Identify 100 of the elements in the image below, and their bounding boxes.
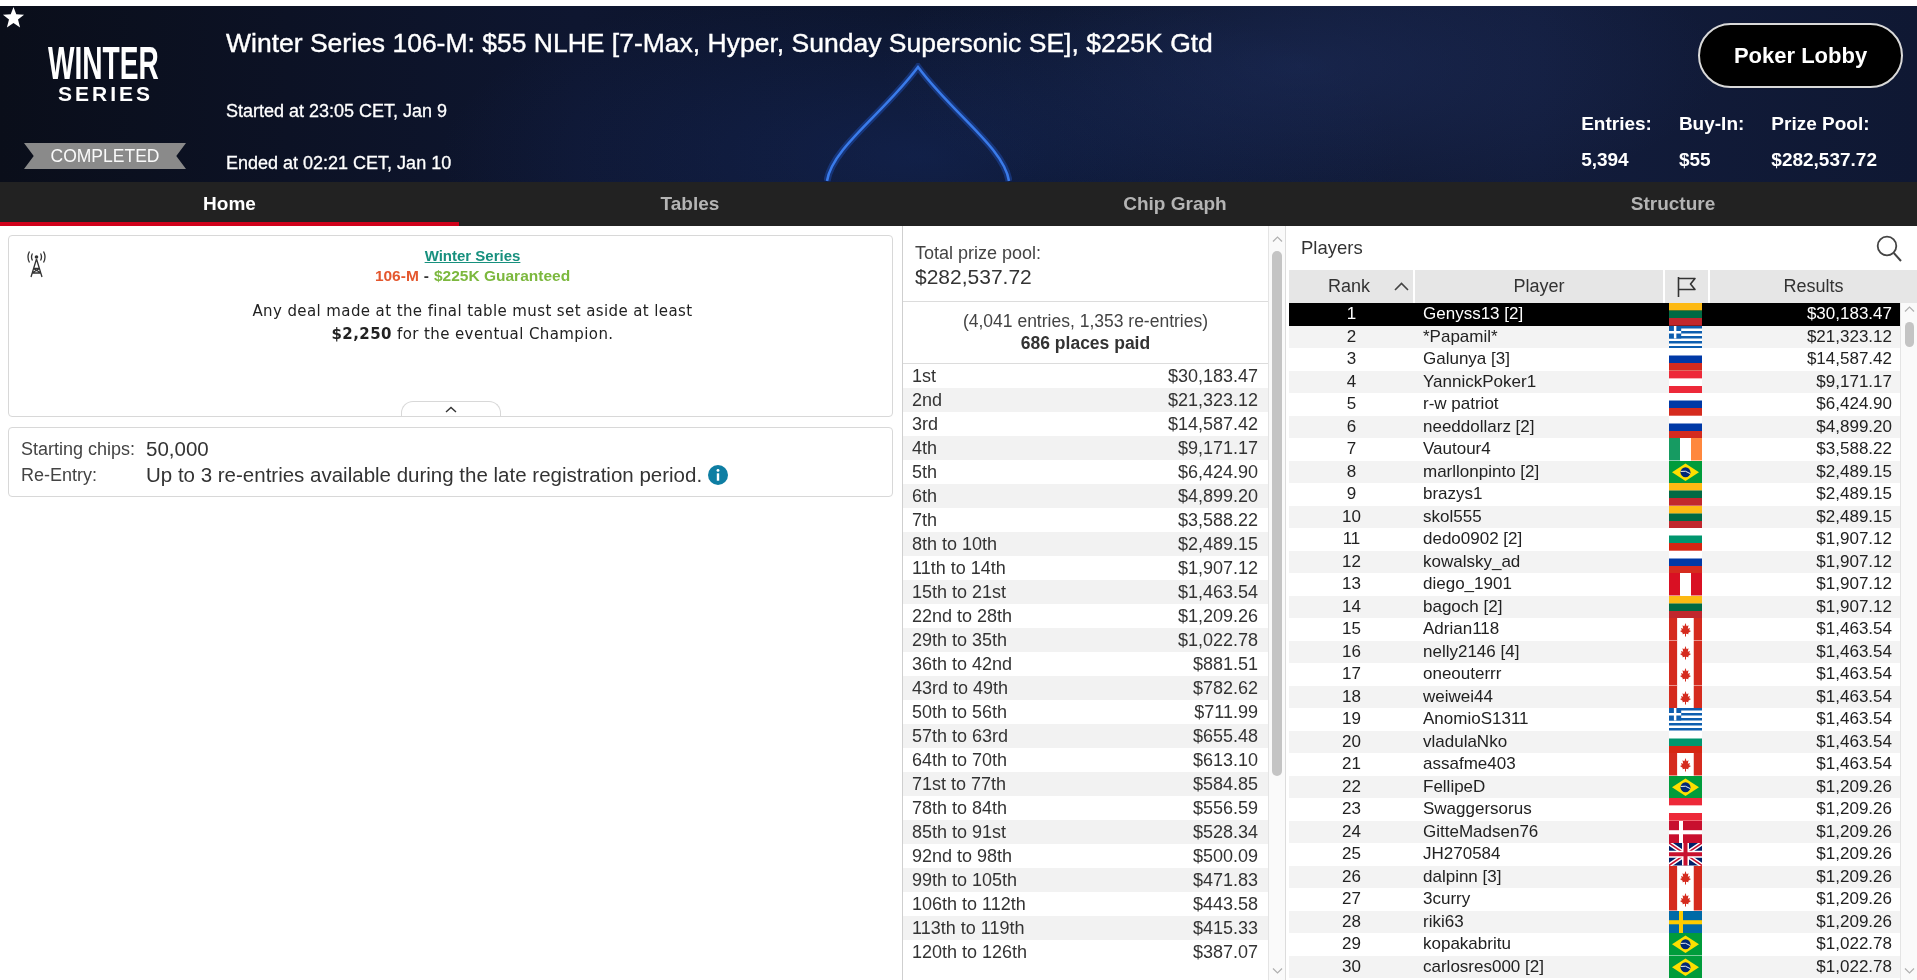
player-row[interactable]: 20 vladulaNko $1,463.54 [1289, 730, 1900, 753]
scrollbar-thumb[interactable] [1272, 251, 1282, 776]
place-text: 78th to 84th [912, 797, 1008, 819]
search-icon[interactable] [1876, 234, 1902, 262]
player-name: *Papamil* [1423, 326, 1498, 346]
player-row[interactable]: 21 assafme403 $1,463.54 [1289, 753, 1900, 776]
greece-flag-icon [1668, 708, 1702, 731]
player-name: assafme403 [1423, 754, 1516, 773]
prize-amount: $1,907.12 [1177, 557, 1258, 579]
scrollbar-thumb[interactable] [1904, 322, 1914, 347]
player-row[interactable]: 24 GitteMadsen76 $1,209.26 [1289, 820, 1900, 843]
nav-tab[interactable]: Chip Graph [921, 182, 1429, 226]
player-row[interactable]: 6 needdollarz [2] $4,899.20 [1289, 415, 1900, 438]
player-row[interactable]: 13 diego_1901 $1,907.12 [1289, 573, 1900, 596]
player-row[interactable]: 18 weiwei44 $1,463.54 [1289, 685, 1900, 708]
prize-amount: $415.33 [1192, 917, 1258, 939]
player-row[interactable]: 22 FellipeD $1,209.26 [1289, 775, 1900, 798]
nav-tab[interactable]: Home [0, 182, 459, 226]
nav-tab[interactable]: Structure [1429, 182, 1917, 226]
rank-text: 21 [1342, 754, 1361, 773]
denmark-flag-icon [1668, 820, 1702, 843]
detail-label: Starting chips: [21, 438, 137, 460]
player-name: needdollarz [2] [1423, 416, 1535, 436]
player-row[interactable]: 23 Swaggersorus $1,209.26 [1289, 798, 1900, 821]
column-header[interactable]: Results [1710, 270, 1917, 303]
result-amount: $1,463.54 [1816, 641, 1892, 661]
place-text: 3rd [912, 413, 938, 435]
place-text: 7th [912, 509, 938, 531]
prize-amount: $556.59 [1192, 797, 1258, 819]
player-row[interactable]: 3 Galunya [3] $14,587.42 [1289, 348, 1900, 371]
prize-amount: $528.34 [1192, 821, 1258, 843]
player-name: Vautour4 [1423, 439, 1491, 458]
player-row[interactable]: 4 YannickPoker1 $9,171.17 [1289, 370, 1900, 393]
result-amount: $1,463.54 [1816, 686, 1892, 706]
star-icon[interactable] [2, 6, 25, 29]
scroll-down-icon[interactable] [1903, 968, 1915, 974]
collapse-button[interactable] [400, 401, 501, 416]
rank-text: 23 [1342, 799, 1361, 818]
player-row[interactable]: 10 skol555 $2,489.15 [1289, 505, 1900, 528]
result-amount: $1,463.54 [1816, 664, 1892, 683]
prize-amount: $655.48 [1192, 725, 1258, 747]
scroll-up-icon[interactable] [1271, 236, 1283, 242]
lobby-button[interactable]: Poker Lobby [1698, 23, 1903, 88]
canada-flag-icon [1668, 753, 1702, 776]
lithuania-flag-icon [1668, 595, 1702, 618]
result-amount: $2,489.15 [1816, 484, 1892, 503]
series-link[interactable]: Winter Series [424, 247, 521, 265]
column-header[interactable]: Rank [1289, 270, 1413, 303]
prize-amount: $2,489.15 [1177, 533, 1258, 555]
caret-icon [1394, 282, 1409, 291]
end-time: Ended at 02:21 CET, Jan 10 [226, 153, 452, 173]
russia-flag-icon [1668, 415, 1702, 438]
player-row[interactable]: 29 kopakabritu $1,022.78 [1289, 933, 1900, 956]
detail-label: Re-Entry: [21, 464, 99, 486]
player-row[interactable]: 7 Vautour4 $3,588.22 [1289, 438, 1900, 461]
player-name: bagoch [2] [1423, 596, 1503, 616]
scroll-down-icon[interactable] [1271, 968, 1283, 974]
place-text: 50th to 56th [912, 701, 1008, 723]
player-row[interactable]: 28 riki63 $1,209.26 [1289, 910, 1900, 933]
canada-flag-icon [1668, 618, 1702, 641]
flag-icon [1676, 275, 1697, 298]
prize-amount: $782.62 [1192, 677, 1258, 699]
prize-amount: $30,183.47 [1167, 365, 1258, 387]
player-row[interactable]: 16 nelly2146 [4] $1,463.54 [1289, 640, 1900, 663]
prize-amount: $881.51 [1192, 653, 1258, 675]
player-row[interactable]: 1 Genyss13 [2] $30,183.47 [1289, 303, 1900, 326]
player-name: GitteMadsen76 [1423, 821, 1539, 841]
player-row[interactable]: 2 *Papamil* $21,323.12 [1289, 325, 1900, 348]
place-text: 2nd [912, 389, 943, 411]
player-row[interactable]: 30 carlosres000 [2] $1,022.78 [1289, 955, 1900, 978]
player-name: JH270584 [1423, 844, 1501, 863]
player-row[interactable]: 12 kowalsky_ad $1,907.12 [1289, 550, 1900, 573]
scroll-up-icon[interactable] [1903, 306, 1915, 312]
player-row[interactable]: 17 oneouterrr $1,463.54 [1289, 663, 1900, 686]
player-row[interactable]: 19 AnomioS1311 $1,463.54 [1289, 708, 1900, 731]
nav-tab[interactable]: Tables [459, 182, 921, 226]
player-row[interactable]: 27 3curry $1,209.26 [1289, 888, 1900, 911]
prize-amount: $613.10 [1192, 749, 1258, 771]
austria-flag-icon [1668, 370, 1702, 393]
info-icon[interactable] [708, 465, 729, 485]
result-amount: $1,022.78 [1816, 934, 1892, 953]
column-header[interactable]: Player [1415, 270, 1663, 303]
player-row[interactable]: 14 bagoch [2] $1,907.12 [1289, 595, 1900, 618]
rank-text: 6 [1346, 416, 1357, 436]
place-text: 15th to 21st [912, 581, 1007, 603]
player-row[interactable]: 5 r-w patriot $6,424.90 [1289, 393, 1900, 416]
column-header[interactable] [1665, 270, 1708, 303]
scrollbar-track[interactable] [1268, 226, 1285, 980]
player-row[interactable]: 15 Adrian118 $1,463.54 [1289, 618, 1900, 641]
prize-amount: $1,463.54 [1177, 581, 1258, 603]
player-row[interactable]: 8 marllonpinto [2] $2,489.15 [1289, 460, 1900, 483]
result-amount: $1,463.54 [1816, 731, 1892, 751]
player-row[interactable]: 26 dalpinn [3] $1,209.26 [1289, 865, 1900, 888]
scrollbar-track[interactable] [1900, 303, 1917, 980]
prize-amount: $4,899.20 [1177, 485, 1258, 507]
rank-text: 2 [1346, 326, 1357, 346]
player-name: vladulaNko [1423, 731, 1508, 751]
player-row[interactable]: 11 dedo0902 [2] $1,907.12 [1289, 528, 1900, 551]
player-row[interactable]: 9 brazys1 $2,489.15 [1289, 483, 1900, 506]
rank-text: 7 [1346, 439, 1357, 458]
